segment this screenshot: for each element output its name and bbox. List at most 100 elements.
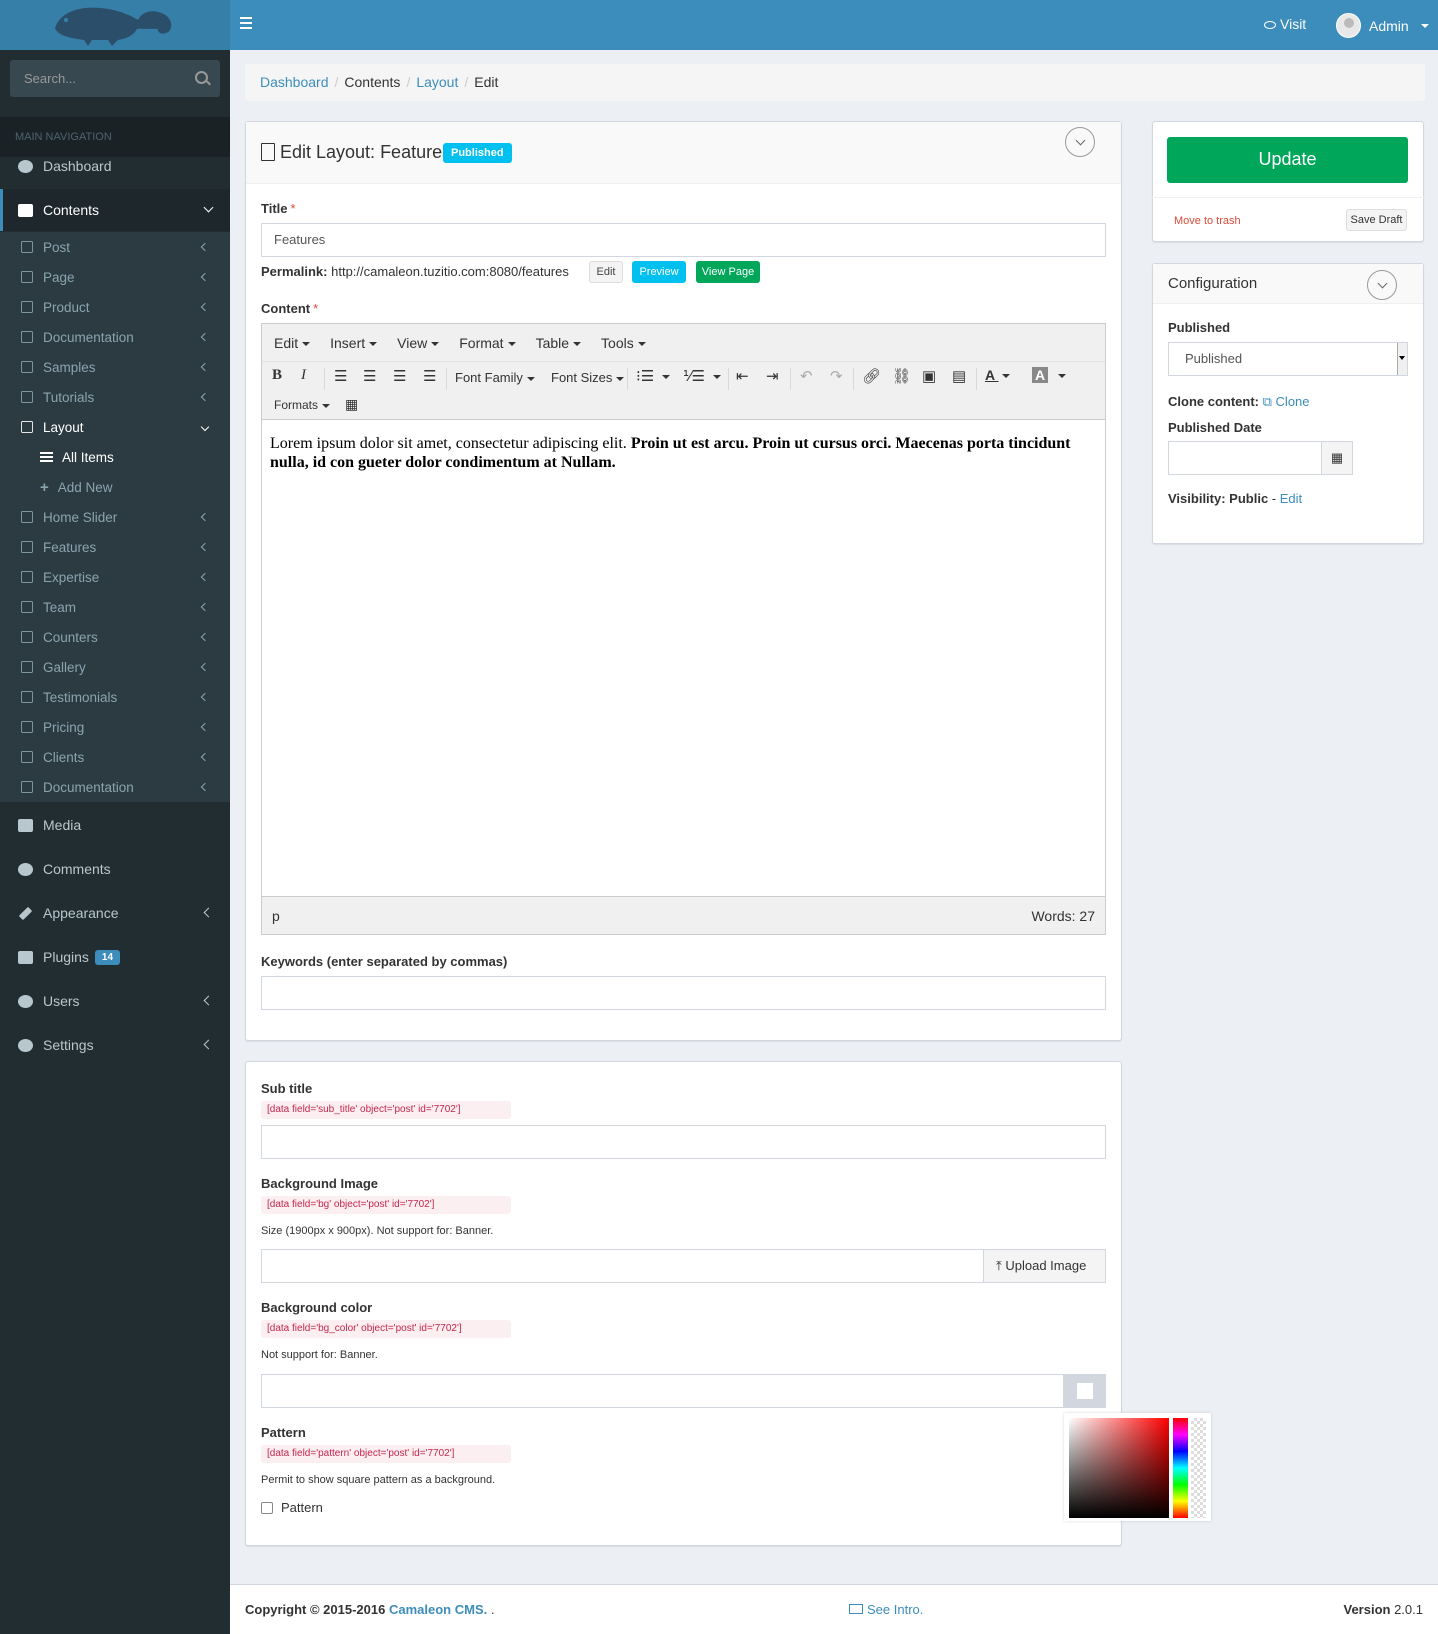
menu-format[interactable]: Format	[459, 335, 516, 351]
menu-edit[interactable]: Edit	[274, 335, 311, 351]
move-to-trash-link[interactable]: Move to trash	[1174, 215, 1241, 227]
bg-image-input[interactable]	[261, 1249, 984, 1283]
copy-icon: ⧉	[1262, 394, 1272, 409]
outdent-icon[interactable]: ⇤	[736, 367, 749, 385]
link-icon[interactable]: 🔗︎	[862, 367, 881, 385]
edit-box-header: Edit Layout: Features Published	[246, 122, 1121, 184]
menu-table[interactable]: Table	[536, 335, 582, 351]
calendar-icon[interactable]: ▦	[1321, 441, 1353, 475]
logo[interactable]	[0, 0, 230, 50]
clone-link[interactable]: ⧉ Clone	[1263, 394, 1310, 409]
preview-button[interactable]: Preview	[632, 261, 686, 283]
sidebar-item-all-items[interactable]: All Items	[0, 442, 230, 472]
saturation-value-area[interactable]	[1069, 1418, 1169, 1518]
bold-icon[interactable]: B	[272, 367, 282, 384]
align-center-icon[interactable]: ☰	[363, 367, 376, 385]
undo-icon[interactable]: ↶	[800, 367, 813, 385]
align-right-icon[interactable]: ☰	[393, 367, 406, 385]
sidebar-item-appearance[interactable]: Appearance	[0, 891, 230, 935]
published-select[interactable]: Published	[1168, 342, 1408, 376]
background-color-icon[interactable]: A	[1032, 367, 1049, 383]
sidebar-search-input[interactable]: Search...	[10, 60, 220, 97]
keywords-input[interactable]	[261, 976, 1106, 1010]
sub-title-input[interactable]	[261, 1125, 1106, 1159]
sidebar-item-contents[interactable]: Contents	[0, 189, 230, 231]
see-intro-link[interactable]: See Intro.	[849, 1602, 923, 1617]
sidebar-item-pricing[interactable]: Pricing	[0, 712, 230, 742]
indent-icon[interactable]: ⇥	[766, 367, 779, 385]
menu-insert[interactable]: Insert	[330, 335, 378, 351]
update-button[interactable]: Update	[1167, 137, 1408, 183]
sidebar-item-documentation[interactable]: Documentation	[0, 322, 230, 352]
menu-tools[interactable]: Tools	[601, 335, 646, 351]
search-icon[interactable]	[195, 71, 208, 84]
sidebar-item-page[interactable]: Page	[0, 262, 230, 292]
collapse-button[interactable]	[1065, 127, 1095, 157]
bg-color-input[interactable]	[261, 1374, 1064, 1408]
chevron-left-icon	[200, 572, 210, 582]
copy-icon	[21, 721, 33, 733]
breadcrumb-dashboard[interactable]: Dashboard	[260, 74, 329, 91]
media-icon[interactable]: ▤	[952, 367, 966, 385]
sidebar-item-documentation[interactable]: Documentation	[0, 772, 230, 802]
sidebar-item-settings[interactable]: Settings	[0, 1023, 230, 1067]
numbered-list-icon[interactable]: ⅟☰	[683, 367, 722, 385]
published-date-input[interactable]	[1168, 441, 1323, 475]
sidebar-item-counters[interactable]: Counters	[0, 622, 230, 652]
sidebar-item-team[interactable]: Team	[0, 592, 230, 622]
sidebar-item-comments[interactable]: Comments	[0, 847, 230, 891]
camaleon-link[interactable]: Camaleon CMS.	[389, 1602, 487, 1617]
view-page-button[interactable]: View Page	[696, 261, 760, 283]
hue-slider[interactable]	[1173, 1418, 1188, 1518]
copy-icon	[21, 661, 33, 673]
breadcrumb: Dashboard / Contents / Layout / Edit	[245, 64, 1425, 101]
permalink-edit-button[interactable]: Edit	[589, 261, 623, 283]
sidebar-item-plugins[interactable]: Plugins 14	[0, 935, 230, 979]
sidebar-item-home-slider[interactable]: Home Slider	[0, 502, 230, 532]
unlink-icon[interactable]: ⛓︎	[892, 367, 911, 385]
visibility-edit-link[interactable]: Edit	[1280, 491, 1302, 506]
sub-title-label: Sub title	[261, 1081, 313, 1096]
copy-icon	[21, 271, 33, 283]
redo-icon[interactable]: ↷	[830, 367, 843, 385]
upload-image-button[interactable]: ⤒ Upload Image	[983, 1249, 1106, 1283]
sidebar-toggle-button[interactable]	[240, 14, 258, 34]
sidebar-item-clients[interactable]: Clients	[0, 742, 230, 772]
bullet-list-icon[interactable]: ⁝☰	[636, 367, 671, 385]
text-color-icon[interactable]: A	[985, 367, 1011, 383]
image-icon[interactable]: ▣	[922, 367, 936, 385]
align-left-icon[interactable]: ☰	[334, 367, 347, 385]
font-family-dropdown[interactable]: Font Family	[455, 370, 535, 385]
sidebar-item-users[interactable]: Users	[0, 979, 230, 1023]
menu-view[interactable]: View	[397, 335, 440, 351]
title-input[interactable]: Features	[261, 223, 1106, 257]
background-color-caret-icon[interactable]	[1054, 367, 1066, 382]
editor-content[interactable]: Lorem ipsum dolor sit amet, consectetur …	[262, 420, 1105, 900]
save-draft-button[interactable]: Save Draft	[1346, 209, 1407, 231]
sidebar-item-samples[interactable]: Samples	[0, 352, 230, 382]
sidebar-item-dashboard[interactable]: Dashboard	[0, 145, 230, 187]
sidebar-item-gallery[interactable]: Gallery	[0, 652, 230, 682]
italic-icon[interactable]: I	[301, 367, 306, 384]
color-swatch-button[interactable]	[1063, 1374, 1106, 1408]
align-justify-icon[interactable]: ☰	[423, 367, 436, 385]
sidebar-item-expertise[interactable]: Expertise	[0, 562, 230, 592]
sidebar-item-post[interactable]: Post	[0, 232, 230, 262]
sidebar-item-layout[interactable]: Layout	[0, 412, 230, 442]
sidebar-item-add-new[interactable]: + Add New	[0, 472, 230, 502]
user-menu[interactable]: Admin	[1336, 13, 1429, 38]
formats-dropdown[interactable]: Formats	[274, 398, 331, 412]
alpha-slider[interactable]	[1191, 1418, 1206, 1518]
font-sizes-dropdown[interactable]: Font Sizes	[551, 370, 625, 385]
sidebar-item-product[interactable]: Product	[0, 292, 230, 322]
table-icon[interactable]: ▦	[345, 396, 358, 413]
sidebar-item-features[interactable]: Features	[0, 532, 230, 562]
sidebar-item-tutorials[interactable]: Tutorials	[0, 382, 230, 412]
visit-link[interactable]: Visit	[1264, 16, 1306, 32]
sidebar-item-testimonials[interactable]: Testimonials	[0, 682, 230, 712]
pattern-checkbox[interactable]	[261, 1501, 273, 1514]
configuration-collapse-button[interactable]	[1367, 270, 1397, 300]
published-label: Published	[1168, 320, 1231, 335]
sidebar-item-media[interactable]: Media	[0, 803, 230, 847]
breadcrumb-layout[interactable]: Layout	[416, 74, 458, 91]
